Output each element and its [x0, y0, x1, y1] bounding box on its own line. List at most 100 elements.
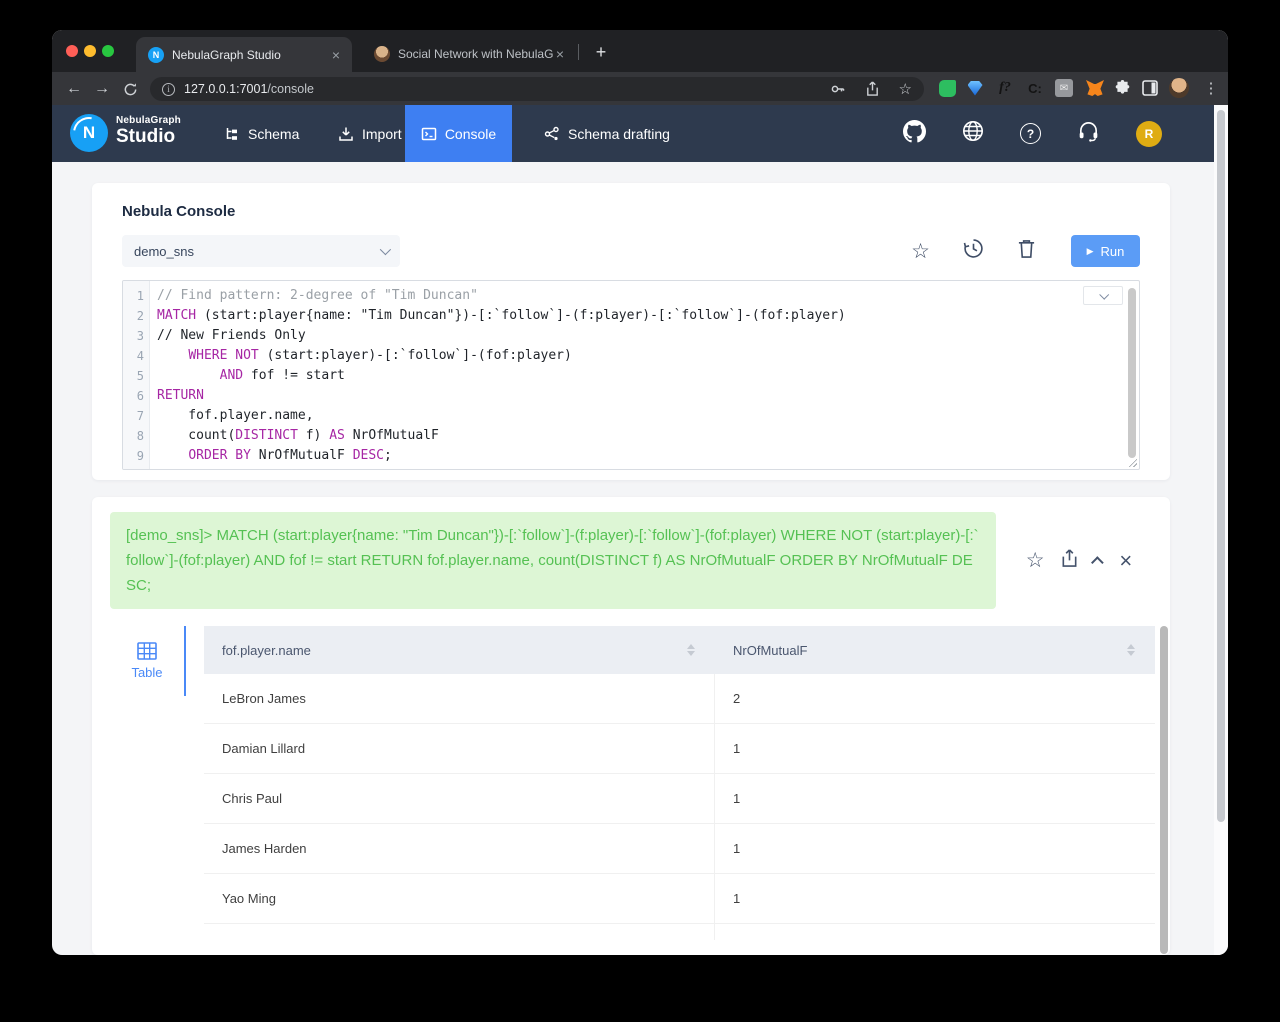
- run-label: Run: [1100, 243, 1125, 259]
- side-panel-icon[interactable]: [1138, 76, 1162, 100]
- query-success-banner: [demo_sns]> MATCH (start:player{name: "T…: [110, 512, 996, 609]
- nebulagraph-favicon-icon: N: [148, 46, 164, 63]
- github-icon[interactable]: [903, 119, 926, 148]
- site-info-icon[interactable]: i: [162, 82, 175, 96]
- favorite-result-icon[interactable]: ☆: [1026, 550, 1045, 571]
- console-terminal-icon: [421, 126, 437, 142]
- browser-tab-social-network[interactable]: Social Network with NebulaGra ×: [364, 41, 572, 67]
- reload-button[interactable]: [118, 77, 142, 101]
- nav-item-label: Import: [362, 125, 402, 142]
- editor-code[interactable]: // Find pattern: 2-degree of "Tim Duncan…: [150, 281, 1139, 469]
- nav-item-schema[interactable]: Schema: [210, 105, 313, 162]
- share-icon[interactable]: [865, 81, 880, 97]
- schema-drafting-graph-icon: [544, 126, 560, 142]
- metamask-extension-icon[interactable]: [1083, 76, 1107, 100]
- column-header-name[interactable]: fof.player.name: [204, 626, 715, 674]
- language-globe-icon[interactable]: [962, 120, 984, 147]
- tab-title: Social Network with NebulaGra: [398, 47, 554, 61]
- forward-button[interactable]: →: [90, 77, 114, 101]
- back-button[interactable]: ←: [62, 77, 86, 101]
- cell-mutual-count: 1: [733, 891, 741, 906]
- gem-extension-icon[interactable]: [963, 76, 987, 100]
- graph-space-select[interactable]: demo_sns: [122, 235, 400, 267]
- table-row: Damian Lillard 1: [204, 724, 1155, 774]
- url-host: 127.0.0.1:7001: [184, 82, 268, 96]
- tab-table-view[interactable]: Table: [110, 626, 186, 696]
- console-card: Nebula Console demo_sns ☆ ▶ Run 1 2 3 4 …: [92, 183, 1170, 480]
- reload-icon: [124, 82, 136, 95]
- nav-item-label: Schema: [248, 125, 300, 142]
- nav-item-schema-drafting[interactable]: Schema drafting: [530, 105, 684, 162]
- code-line: // New Friends Only: [157, 328, 306, 343]
- tab-close-icon[interactable]: ×: [330, 48, 342, 62]
- code-line: AND fof != start: [219, 368, 345, 383]
- favorite-query-icon[interactable]: ☆: [911, 241, 930, 262]
- close-result-icon[interactable]: ×: [1119, 549, 1132, 571]
- code-line: WHERE NOT (start:player)-[:`follow`]-(fo…: [188, 348, 572, 363]
- cell-mutual-count: 1: [733, 791, 741, 806]
- code-line: fof.player.name,: [157, 408, 314, 423]
- editor-collapse-button[interactable]: [1083, 286, 1123, 305]
- tab-close-icon[interactable]: ×: [554, 47, 566, 61]
- nav-item-label: Schema drafting: [568, 125, 670, 142]
- traffic-minimize-button[interactable]: [84, 45, 96, 57]
- line-number: 4: [136, 349, 144, 363]
- sort-icon[interactable]: [687, 644, 695, 656]
- support-headset-icon[interactable]: [1077, 120, 1100, 148]
- traffic-close-button[interactable]: [66, 45, 78, 57]
- traffic-zoom-button[interactable]: [102, 45, 114, 57]
- line-number: 9: [136, 449, 144, 463]
- bookmark-star-icon[interactable]: ☆: [899, 82, 912, 97]
- chevron-down-icon: [379, 243, 392, 256]
- browser-profile-avatar[interactable]: [1167, 76, 1191, 100]
- export-icon[interactable]: [1060, 548, 1079, 573]
- nav-item-console[interactable]: Console: [405, 105, 512, 162]
- page-scrollbar[interactable]: [1214, 105, 1228, 955]
- table-row-partial: [204, 924, 1155, 940]
- url-bar[interactable]: i 127.0.0.1:7001 /console ☆: [150, 77, 924, 101]
- line-number: 8: [136, 429, 144, 443]
- extensions-puzzle-icon[interactable]: [1110, 76, 1134, 100]
- column-header-label: NrOfMutualF: [733, 642, 808, 658]
- new-tab-button[interactable]: +: [588, 39, 614, 65]
- column-header-label: fof.player.name: [222, 642, 311, 658]
- collapse-result-icon[interactable]: [1090, 556, 1104, 569]
- brand-large: Studio: [116, 126, 176, 147]
- line-number: 6: [136, 389, 144, 403]
- run-button[interactable]: ▶ Run: [1071, 235, 1140, 267]
- result-table: fof.player.name NrOfMutualF LeBron James…: [204, 626, 1155, 955]
- column-header-count[interactable]: NrOfMutualF: [715, 626, 1155, 674]
- nav-item-import[interactable]: Import: [324, 105, 416, 162]
- editor-scrollbar[interactable]: [1128, 288, 1136, 458]
- history-icon[interactable]: [963, 238, 984, 264]
- result-card: [demo_sns]> MATCH (start:player{name: "T…: [92, 497, 1170, 955]
- browser-menu-kebab-icon[interactable]: ⋮: [1199, 76, 1223, 100]
- colorzilla-extension-icon[interactable]: C:: [1023, 76, 1047, 100]
- line-number: 7: [136, 409, 144, 423]
- tab-table-label: Table: [131, 665, 163, 680]
- mail-extension-icon[interactable]: ✉: [1052, 76, 1076, 100]
- user-avatar[interactable]: R: [1136, 120, 1162, 147]
- cell-player-name: Chris Paul: [204, 774, 715, 823]
- table-grid-icon: [137, 642, 157, 660]
- line-number: 2: [136, 309, 144, 323]
- browser-toolbar: ← → i 127.0.0.1:7001 /console ☆ f? C: ✉: [52, 72, 1228, 105]
- clear-trash-icon[interactable]: [1017, 238, 1036, 264]
- play-icon: ▶: [1086, 245, 1094, 256]
- evernote-extension-icon[interactable]: [935, 76, 959, 100]
- import-download-icon: [338, 126, 354, 142]
- sort-icon[interactable]: [1127, 644, 1135, 656]
- brand-small: NebulaGraph: [116, 115, 181, 126]
- chevron-down-icon: [1098, 289, 1109, 300]
- browser-tabstrip: N NebulaGraph Studio × Social Network wi…: [52, 30, 1228, 72]
- browser-tab-nebulagraph-studio[interactable]: N NebulaGraph Studio ×: [136, 37, 352, 72]
- query-editor[interactable]: 1 2 3 4 5 6 7 8 9 // Find pattern: 2-degree of "…: [122, 280, 1140, 470]
- table-row: LeBron James 2: [204, 674, 1155, 724]
- line-number: 5: [136, 369, 144, 383]
- password-key-icon[interactable]: [830, 81, 846, 97]
- help-icon[interactable]: ?: [1020, 123, 1041, 144]
- editor-gutter: 1 2 3 4 5 6 7 8 9: [123, 281, 150, 469]
- f-extension-icon[interactable]: f?: [993, 76, 1017, 100]
- nebulagraph-logo[interactable]: N: [70, 114, 108, 152]
- browser-window: N NebulaGraph Studio × Social Network wi…: [52, 30, 1228, 955]
